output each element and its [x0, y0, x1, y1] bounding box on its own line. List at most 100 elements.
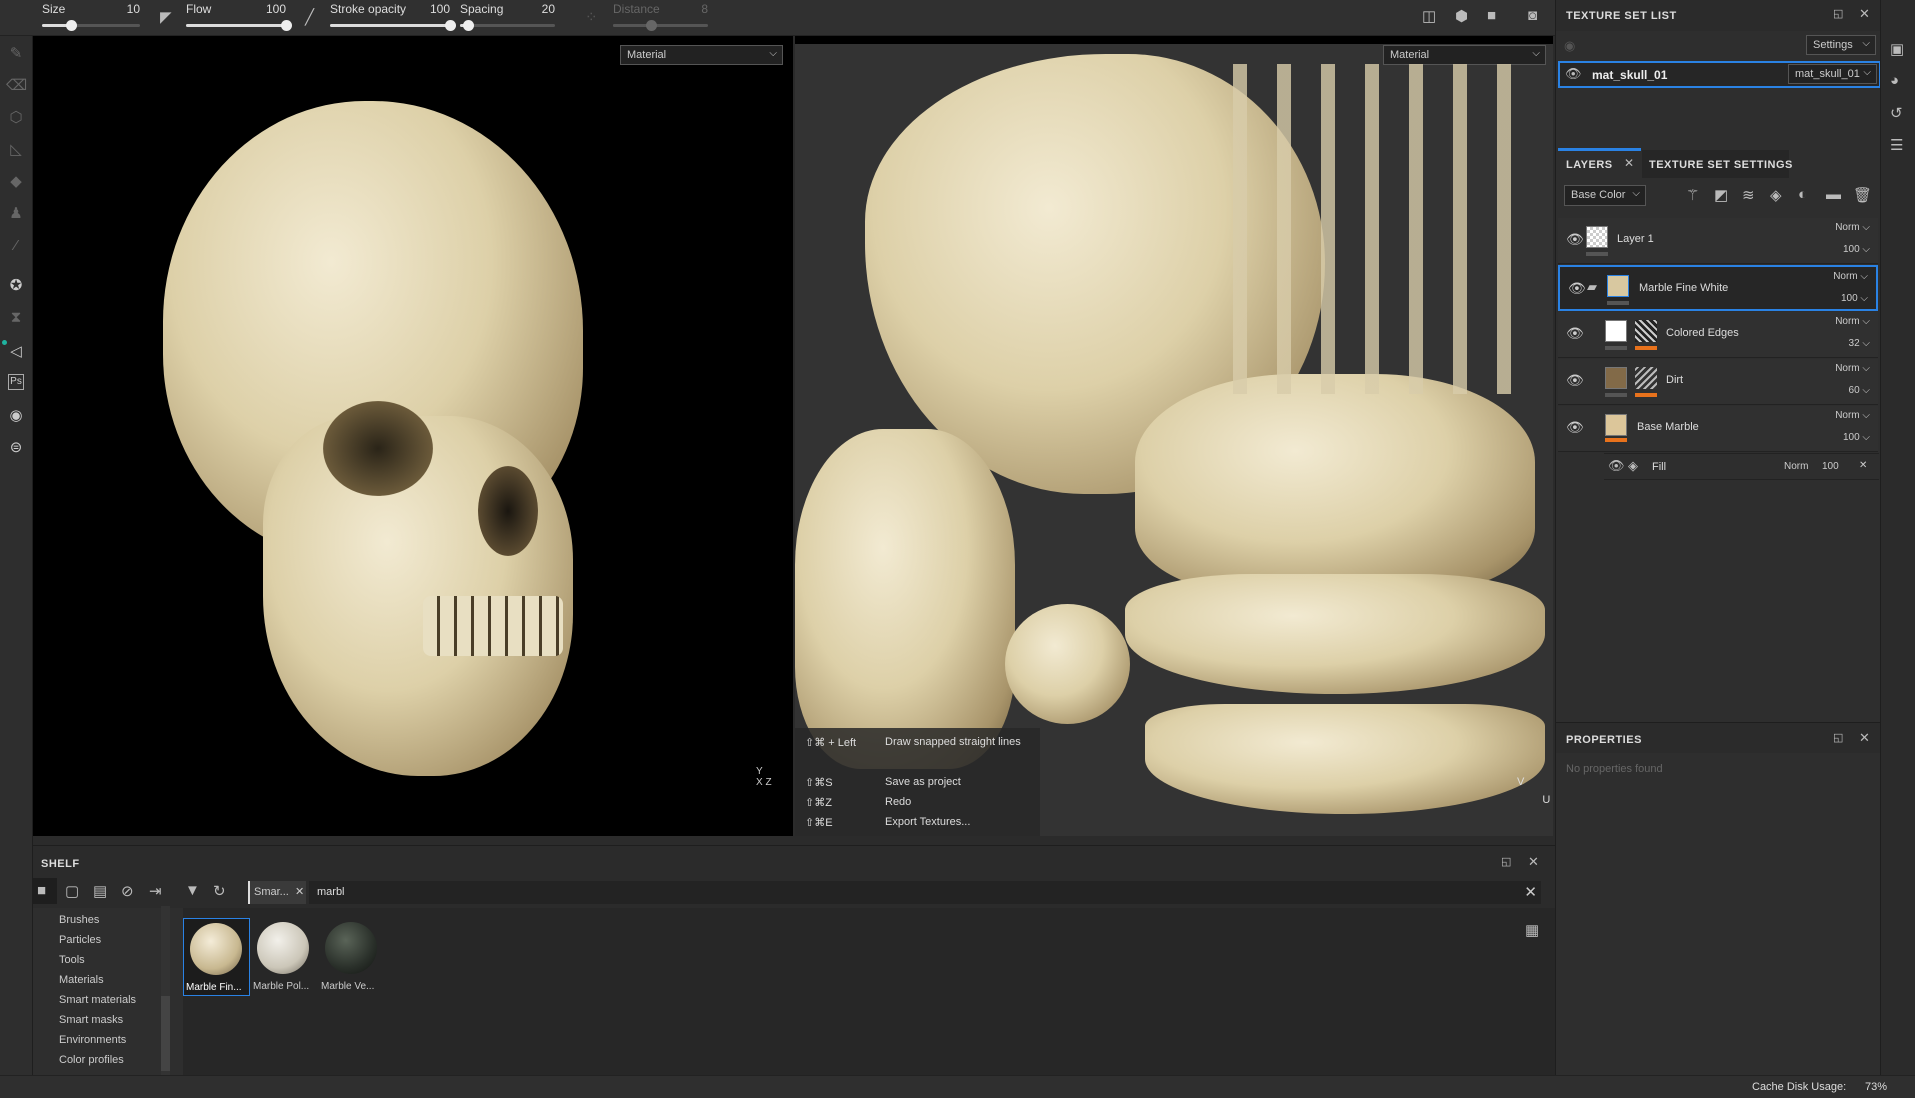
shelf-category[interactable]: Smart materials [59, 994, 136, 1006]
smudge-icon[interactable]: ◆ [6, 172, 26, 192]
eye-icon[interactable]: 👁 [1566, 325, 1584, 342]
hide-icon[interactable]: ⊘ [121, 882, 134, 900]
polygon-fill-icon[interactable]: ◺ [6, 140, 26, 160]
paint-brush-icon[interactable]: ✎ [6, 44, 26, 64]
layer-row[interactable]: 👁 Colored Edges Norm ⌵ 32 ⌵ [1558, 312, 1878, 358]
stroke-icon[interactable]: ╱ [305, 8, 314, 26]
shortcut-hints: ⇧⌘ + Left Draw snapped straight lines ⇧⌘S… [795, 728, 1040, 836]
layer-thumbnail [1605, 414, 1627, 436]
sync-icon[interactable]: ◉ [6, 406, 26, 426]
folder-icon[interactable]: ■ [37, 882, 46, 899]
display-settings-icon[interactable]: ▣ [1890, 40, 1904, 58]
brush-alpha-icon[interactable]: ◤ [160, 8, 172, 26]
close-icon[interactable]: ✕ [1528, 854, 1539, 870]
send-to-icon[interactable]: ◁ [6, 342, 26, 362]
tab-texture-set-settings[interactable]: TEXTURE SET SETTINGS [1649, 159, 1793, 171]
remove-filter-icon[interactable]: ✕ [295, 885, 304, 898]
shelf-category[interactable]: Environments [59, 1034, 126, 1046]
texture-set-list-title: TEXTURE SET LIST [1566, 10, 1677, 22]
viewport-uv[interactable]: Material ⌵ VU [795, 36, 1553, 836]
grid-view-icon[interactable]: ▦ [1525, 921, 1539, 939]
clone-icon[interactable]: ♟ [6, 204, 26, 224]
close-icon[interactable]: ✕ [1859, 6, 1870, 22]
shelf-item[interactable]: Marble Pol... [251, 918, 318, 996]
substance-icon[interactable]: ✪ [6, 276, 26, 296]
color-picker-icon[interactable]: ⁄ [6, 236, 26, 256]
settings-dropdown[interactable]: Settings ⌵ [1806, 35, 1876, 55]
layer-row[interactable]: 👁 Layer 1 Norm ⌵ 100 ⌵ [1558, 218, 1878, 264]
history-icon[interactable]: ↺ [1890, 104, 1903, 122]
texture-set-item[interactable]: 👁 mat_skull_01 mat_skull_01 ⌵ [1558, 61, 1881, 88]
add-mask-icon[interactable]: ◩ [1714, 186, 1728, 204]
filter-tag[interactable]: Smar... ✕ [248, 881, 306, 904]
filter-icon[interactable]: ▼ [185, 882, 200, 899]
reset-icon[interactable]: ↻ [213, 882, 226, 900]
remove-effect-icon[interactable]: ✕ [1859, 460, 1867, 471]
maximize-icon[interactable]: ◱ [1833, 731, 1843, 744]
log-icon[interactable]: ☰ [1890, 136, 1903, 154]
add-fill-layer-icon[interactable]: ◈ [1770, 186, 1782, 204]
shelf-category[interactable]: Color profiles [59, 1054, 124, 1066]
visibility-toggle-icon[interactable]: ◉ [1564, 38, 1575, 54]
add-mask-generator-icon[interactable]: ◐ [1798, 186, 1807, 203]
photoshop-icon[interactable]: Ps [8, 374, 24, 390]
mask-thumbnail [1635, 320, 1657, 342]
channel-dropdown[interactable]: Base Color ⌵ [1564, 185, 1646, 206]
eye-icon[interactable]: 👁 [1566, 231, 1584, 248]
shelf-category[interactable]: Particles [59, 934, 101, 946]
save-icon[interactable]: ▤ [93, 882, 107, 900]
viewport-3d[interactable]: Material ⌵ YX Z [33, 36, 793, 836]
stroke-opacity-slider[interactable]: Stroke opacity 100 [330, 2, 456, 34]
eye-icon[interactable]: 👁 [1565, 66, 1582, 82]
lazy-mouse-icon[interactable]: ⁘ [585, 8, 598, 26]
fill-effect-row[interactable]: 👁 ◈ Fill Norm 100 ✕ [1604, 453, 1879, 480]
properties-title: PROPERTIES [1566, 734, 1642, 746]
shelf-category[interactable]: Brushes [59, 914, 99, 926]
eye-icon[interactable]: 👁 [1568, 280, 1586, 297]
viewport-uv-mode-dropdown[interactable]: Material ⌵ [1383, 45, 1546, 65]
projection-icon[interactable]: ⬡ [6, 108, 26, 128]
maximize-icon[interactable]: ◱ [1501, 855, 1511, 868]
material-preview [325, 922, 377, 974]
flow-slider[interactable]: Flow 100 [186, 2, 292, 34]
close-icon[interactable]: ✕ [1859, 730, 1870, 746]
layer-row[interactable]: 👁 Dirt Norm ⌵ 60 ⌵ [1558, 359, 1878, 405]
symmetry-icon[interactable]: ◫ [1422, 7, 1436, 25]
shelf-category[interactable]: Tools [59, 954, 85, 966]
layer-row[interactable]: 👁 Base Marble Norm ⌵ 100 ⌵ [1558, 406, 1878, 452]
spacing-slider[interactable]: Spacing 20 [460, 2, 555, 34]
close-tab-icon[interactable]: ✕ [1624, 156, 1634, 170]
display-mode-icon[interactable]: ⬢ [1455, 7, 1468, 25]
clear-search-icon[interactable]: ✕ [1524, 883, 1537, 901]
shelf-item[interactable]: Marble Ve... [319, 918, 386, 996]
delete-icon[interactable]: 🗑 [1853, 186, 1872, 204]
eraser-icon[interactable]: ⌫ [6, 76, 27, 96]
shelf-category[interactable]: Smart masks [59, 1014, 123, 1026]
layer-row-selected[interactable]: 👁 ▰ Marble Fine White Norm ⌵ 100 ⌵ [1558, 265, 1878, 311]
texture-set-material-dropdown[interactable]: mat_skull_01 ⌵ [1788, 64, 1877, 84]
eye-icon[interactable]: 👁 [1566, 419, 1584, 436]
shelf-search-input[interactable]: marbl ✕ [309, 881, 1541, 904]
size-slider[interactable]: Size 10 [42, 2, 140, 34]
maximize-icon[interactable]: ◱ [1833, 7, 1843, 20]
eye-icon[interactable]: 👁 [1566, 372, 1584, 389]
distance-slider[interactable]: Distance 8 [613, 2, 708, 34]
add-folder-icon[interactable]: ▬ [1826, 186, 1841, 203]
tool-sidebar: ✎ ⌫ ⬡ ◺ ◆ ♟ ⁄ ✪ ⧗ ◁ Ps ◉ ⊜ [0, 36, 33, 1075]
shader-settings-icon[interactable]: ◕ [1890, 72, 1899, 89]
category-scrollbar[interactable] [161, 906, 170, 1076]
add-layer-icon[interactable]: ≋ [1742, 186, 1755, 204]
new-item-icon[interactable]: ▢ [65, 882, 79, 900]
viewport-3d-mode-dropdown[interactable]: Material ⌵ [620, 45, 783, 65]
screenshot-icon[interactable]: ◙ [1528, 7, 1537, 24]
shelf-category[interactable]: Materials [59, 974, 104, 986]
shelf-item-selected[interactable]: Marble Fin... [183, 918, 250, 996]
tab-layers[interactable]: LAYERS [1566, 159, 1613, 171]
plugin-icon[interactable]: ⊜ [6, 438, 26, 458]
eye-icon[interactable]: 👁 [1608, 458, 1625, 474]
import-icon[interactable]: ⇥ [149, 882, 162, 900]
camera-icon[interactable]: ■ [1487, 7, 1496, 24]
layer-thumbnail [1605, 367, 1627, 389]
add-effect-icon[interactable]: ⚚ [1686, 186, 1699, 204]
bake-icon[interactable]: ⧗ [6, 308, 26, 328]
